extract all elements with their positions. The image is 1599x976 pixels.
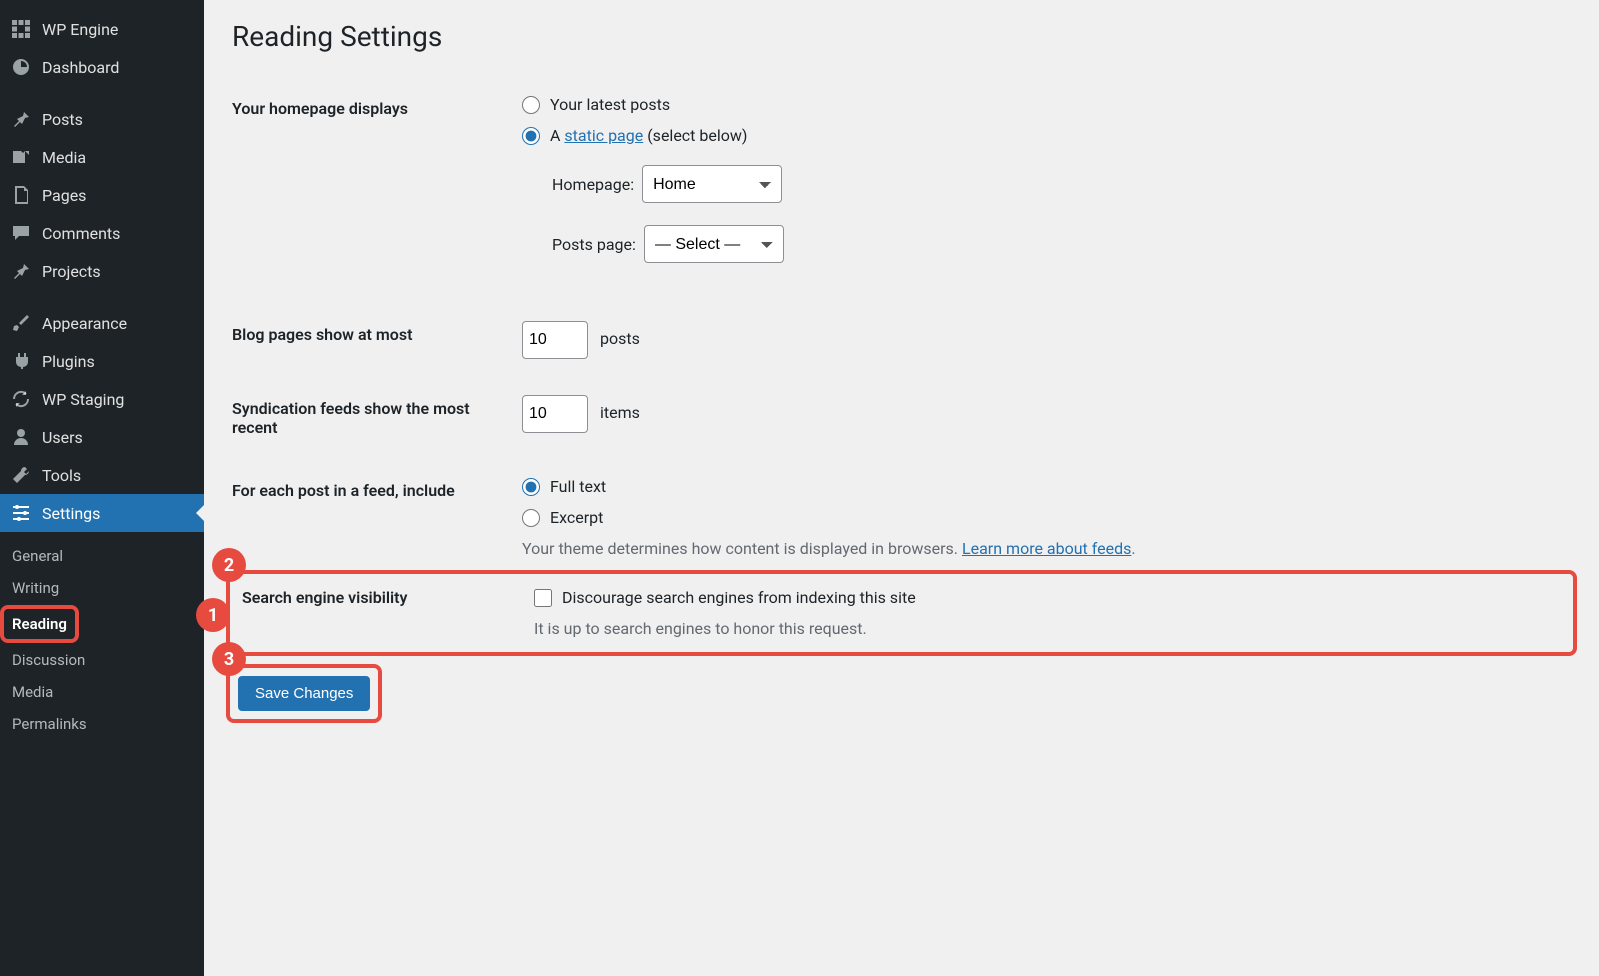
sidebar-item-label: WP Engine xyxy=(42,20,118,39)
radio-latest-posts-label: Your latest posts xyxy=(550,95,670,114)
learn-more-feeds-link[interactable]: Learn more about feeds xyxy=(962,539,1131,558)
wrench-icon xyxy=(10,464,32,486)
radio-full-text[interactable] xyxy=(522,478,540,496)
annotation-badge-1: 1 xyxy=(196,598,230,632)
sidebar-item-label: Plugins xyxy=(42,352,95,371)
feed-include-label: For each post in a feed, include xyxy=(232,459,512,576)
plug-icon xyxy=(10,350,32,372)
save-changes-button[interactable]: Save Changes xyxy=(238,676,370,711)
content-area: Reading Settings Your homepage displays … xyxy=(204,0,1599,976)
pin-icon xyxy=(10,260,32,282)
postspage-select[interactable]: — Select — xyxy=(644,225,784,263)
submenu-reading[interactable]: Reading 1 xyxy=(0,604,204,644)
dashboard-icon xyxy=(10,56,32,78)
sidebar-item-label: Appearance xyxy=(42,314,127,333)
sidebar-item-users[interactable]: Users xyxy=(0,418,204,456)
sidebar-item-wpengine[interactable]: WP Engine xyxy=(0,10,204,48)
feed-description: Your theme determines how content is dis… xyxy=(522,539,1561,558)
sidebar-item-label: Comments xyxy=(42,224,120,243)
radio-full-text-label: Full text xyxy=(550,477,606,496)
sidebar-item-label: Posts xyxy=(42,110,83,129)
wpengine-icon xyxy=(10,18,32,40)
comment-icon xyxy=(10,222,32,244)
sidebar-item-label: Projects xyxy=(42,262,101,281)
sidebar-item-label: Settings xyxy=(42,504,100,523)
radio-excerpt[interactable] xyxy=(522,509,540,527)
sidebar-item-media[interactable]: Media xyxy=(0,138,204,176)
static-page-link[interactable]: static page xyxy=(564,126,643,145)
sidebar-item-label: Media xyxy=(42,148,86,167)
syndication-label: Syndication feeds show the most recent xyxy=(232,377,512,459)
sev-label: Search engine visibility xyxy=(242,584,522,642)
sev-description: It is up to search engines to honor this… xyxy=(534,619,1551,638)
homepage-select[interactable]: Home xyxy=(642,165,782,203)
syndication-suffix: items xyxy=(600,403,640,422)
sliders-icon xyxy=(10,502,32,524)
blog-pages-label: Blog pages show at most xyxy=(232,303,512,377)
blog-pages-suffix: posts xyxy=(600,329,640,348)
sidebar-item-tools[interactable]: Tools xyxy=(0,456,204,494)
submenu-media[interactable]: Media xyxy=(0,676,204,708)
annotation-badge-3: 3 xyxy=(212,642,246,676)
annotation-badge-2: 2 xyxy=(212,548,246,582)
user-icon xyxy=(10,426,32,448)
radio-static-page[interactable] xyxy=(522,127,540,145)
settings-submenu: General Writing Reading 1 Discussion Med… xyxy=(0,532,204,748)
submenu-discussion[interactable]: Discussion xyxy=(0,644,204,676)
sev-checkbox[interactable] xyxy=(534,589,552,607)
radio-static-page-label: A static page (select below) xyxy=(550,126,747,145)
sev-checkbox-label: Discourage search engines from indexing … xyxy=(562,588,916,607)
sidebar-item-label: Users xyxy=(42,428,83,447)
sidebar-item-comments[interactable]: Comments xyxy=(0,214,204,252)
pin-icon xyxy=(10,108,32,130)
page-title: Reading Settings xyxy=(232,16,1571,53)
submenu-permalinks[interactable]: Permalinks xyxy=(0,708,204,740)
radio-latest-posts[interactable] xyxy=(522,96,540,114)
annotation-highlight-sev: 2 Search engine visibility Discourage se… xyxy=(232,576,1571,650)
syndication-input[interactable] xyxy=(522,395,588,433)
blog-pages-input[interactable] xyxy=(522,321,588,359)
annotation-highlight-save: 3 Save Changes xyxy=(232,670,376,717)
sidebar-item-wpstaging[interactable]: WP Staging xyxy=(0,380,204,418)
homepage-displays-label: Your homepage displays xyxy=(232,77,512,303)
sidebar-item-projects[interactable]: Projects xyxy=(0,252,204,290)
sidebar-item-posts[interactable]: Posts xyxy=(0,100,204,138)
page-icon xyxy=(10,184,32,206)
sidebar-item-appearance[interactable]: Appearance xyxy=(0,304,204,342)
sidebar-item-dashboard[interactable]: Dashboard xyxy=(0,48,204,86)
refresh-icon xyxy=(10,388,32,410)
submenu-writing[interactable]: Writing xyxy=(0,572,204,604)
sidebar-item-label: WP Staging xyxy=(42,390,124,409)
homepage-select-label: Homepage: xyxy=(552,175,634,194)
radio-excerpt-label: Excerpt xyxy=(550,508,603,527)
sidebar-item-label: Tools xyxy=(42,466,81,485)
sidebar-item-settings[interactable]: Settings xyxy=(0,494,204,532)
brush-icon xyxy=(10,312,32,334)
media-icon xyxy=(10,146,32,168)
annotation-highlight-reading: Reading xyxy=(6,611,73,637)
postspage-select-label: Posts page: xyxy=(552,235,636,254)
sidebar-item-pages[interactable]: Pages xyxy=(0,176,204,214)
sidebar-item-plugins[interactable]: Plugins xyxy=(0,342,204,380)
admin-sidebar: WP Engine Dashboard Posts Media Pages Co… xyxy=(0,0,204,976)
sidebar-item-label: Dashboard xyxy=(42,58,119,77)
submenu-general[interactable]: General xyxy=(0,540,204,572)
sidebar-item-label: Pages xyxy=(42,186,86,205)
